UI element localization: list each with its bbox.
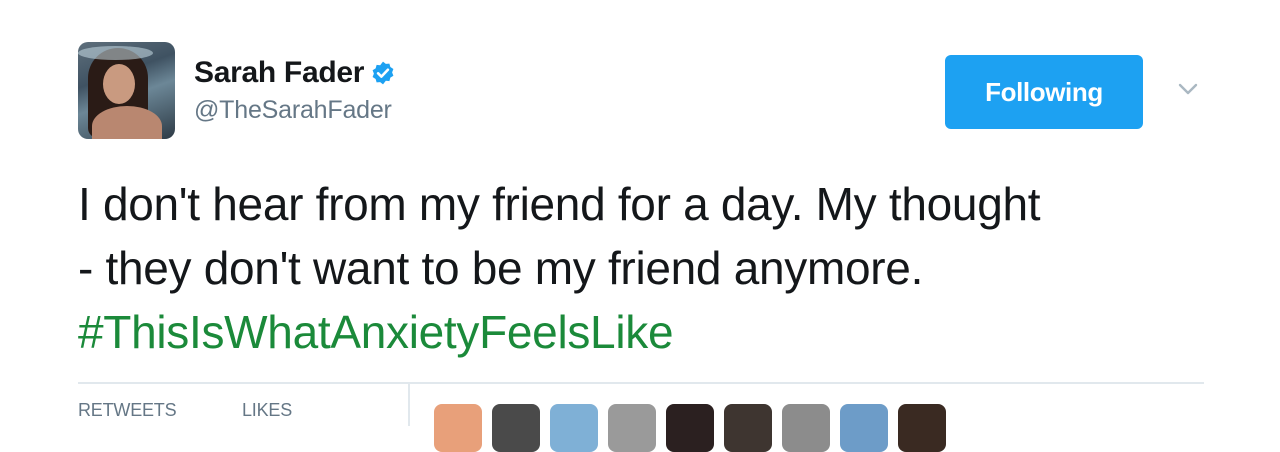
author-handle[interactable]: @TheSarahFader bbox=[194, 96, 396, 125]
avatar-shoulder bbox=[92, 106, 162, 139]
liker-avatar[interactable] bbox=[608, 404, 656, 452]
liker-avatar[interactable] bbox=[782, 404, 830, 452]
liker-avatar[interactable] bbox=[898, 404, 946, 452]
tweet-stats: RETWEETS LIKES bbox=[78, 384, 1218, 452]
retweets-label[interactable]: RETWEETS bbox=[78, 400, 177, 421]
avatar-hat bbox=[78, 46, 153, 60]
avatar-face bbox=[103, 64, 135, 104]
tweet-text: I don't hear from my friend for a day. M… bbox=[78, 172, 1218, 364]
liker-avatar[interactable] bbox=[840, 404, 888, 452]
following-button[interactable]: Following bbox=[945, 55, 1143, 129]
tweet-text-line: - they don't want to be my friend anymor… bbox=[78, 242, 924, 294]
tweet-card: Sarah Fader @TheSarahFader Following I d… bbox=[0, 0, 1280, 452]
liker-avatar[interactable] bbox=[492, 404, 540, 452]
tweet-text-line: I don't hear from my friend for a day. M… bbox=[78, 178, 1041, 230]
liker-avatar[interactable] bbox=[550, 404, 598, 452]
author-avatar[interactable] bbox=[78, 42, 175, 139]
hashtag-link[interactable]: #ThisIsWhatAnxietyFeelsLike bbox=[78, 300, 1218, 364]
tweet-header: Sarah Fader @TheSarahFader Following bbox=[78, 42, 1218, 142]
liker-avatar[interactable] bbox=[724, 404, 772, 452]
liker-avatar[interactable] bbox=[434, 404, 482, 452]
author-info: Sarah Fader @TheSarahFader bbox=[194, 56, 396, 125]
author-name-row: Sarah Fader bbox=[194, 56, 396, 90]
stats-divider bbox=[408, 384, 410, 426]
liker-avatar[interactable] bbox=[666, 404, 714, 452]
likes-label[interactable]: LIKES bbox=[242, 400, 292, 421]
verified-badge-icon bbox=[372, 61, 394, 85]
author-display-name[interactable]: Sarah Fader bbox=[194, 56, 364, 90]
chevron-down-icon[interactable] bbox=[1173, 74, 1203, 104]
liker-avatars bbox=[434, 404, 994, 452]
